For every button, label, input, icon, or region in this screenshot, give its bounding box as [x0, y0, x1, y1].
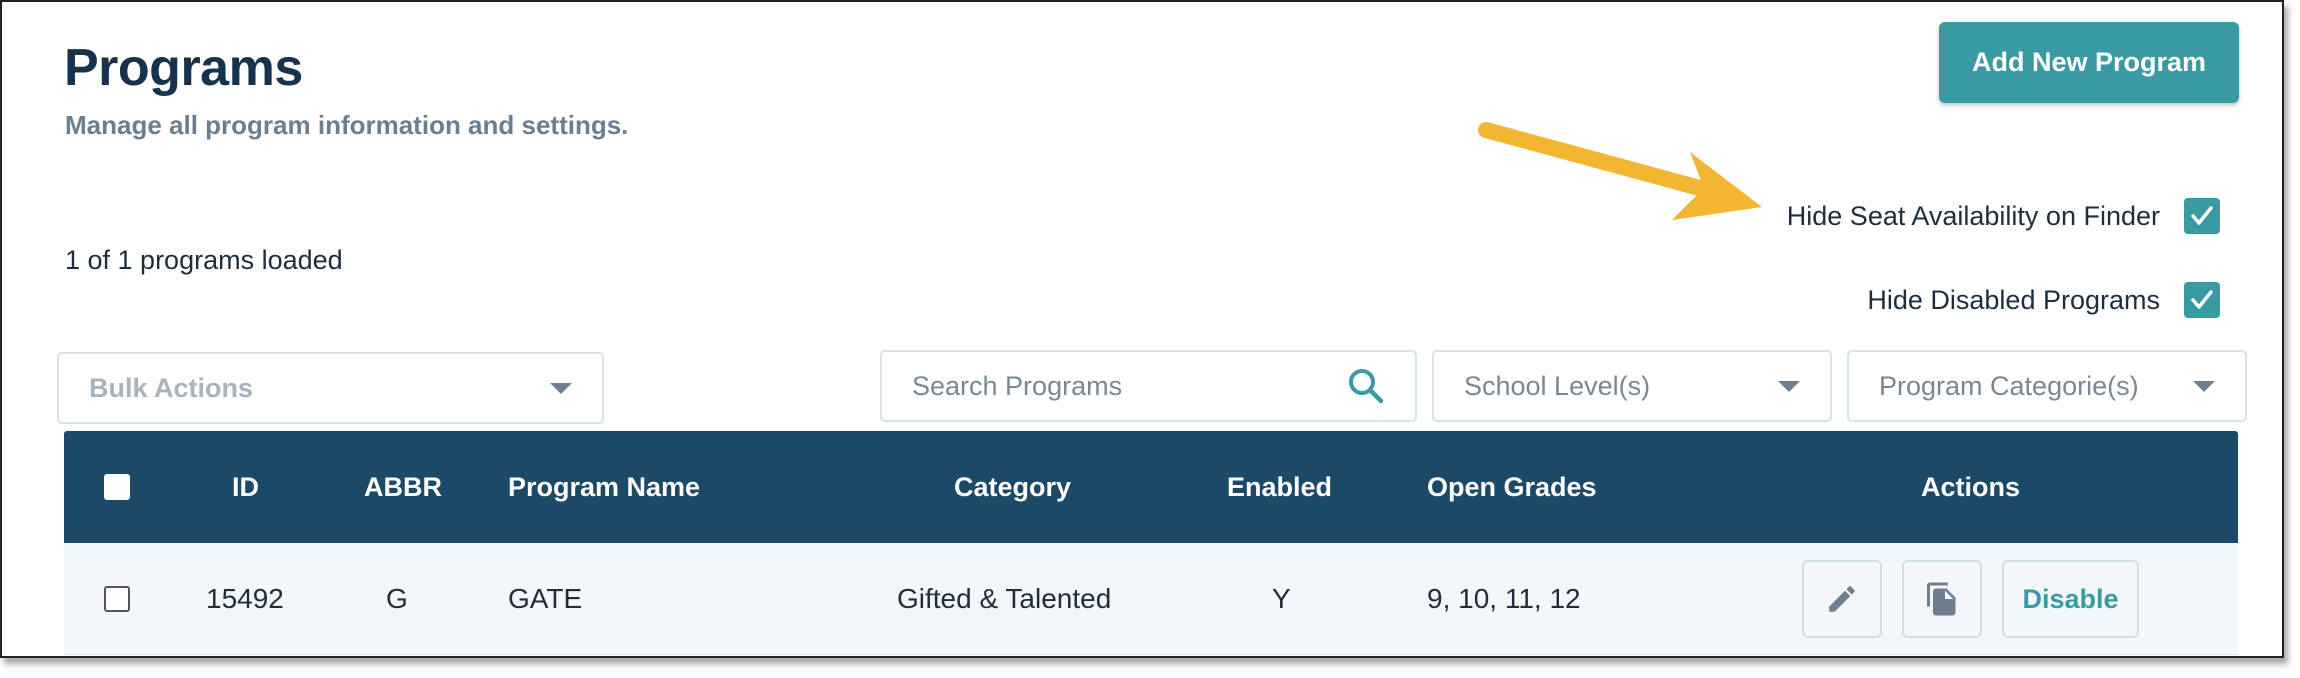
- copy-button[interactable]: [1902, 560, 1982, 638]
- bulk-actions-label: Bulk Actions: [89, 372, 254, 403]
- hide-seat-availability-label: Hide Seat Availability on Finder: [1786, 200, 2160, 231]
- row-abbr: G: [386, 582, 408, 614]
- row-id: 15492: [206, 582, 284, 614]
- school-level-label: School Level(s): [1464, 370, 1651, 401]
- hide-seat-availability-checkbox[interactable]: [2184, 198, 2220, 234]
- app-frame: Programs Manage all program information …: [0, 0, 2284, 658]
- edit-button[interactable]: [1802, 560, 1882, 638]
- annotation-arrow: [1478, 122, 1762, 220]
- search-programs-placeholder: Search Programs: [912, 370, 1123, 401]
- checkmark-icon: [2191, 290, 2213, 309]
- program-category-select[interactable]: Program Categorie(s): [1847, 350, 2247, 422]
- hide-disabled-programs-label: Hide Disabled Programs: [1867, 284, 2160, 315]
- page-subtitle: Manage all program information and setti…: [65, 110, 629, 140]
- column-header-category[interactable]: Category: [954, 472, 1071, 503]
- programs-loaded-status: 1 of 1 programs loaded: [65, 245, 343, 275]
- row-enabled: Y: [1272, 582, 1291, 614]
- column-header-id[interactable]: ID: [232, 472, 259, 503]
- hide-disabled-programs-checkbox[interactable]: [2184, 282, 2220, 318]
- table-row: 15492 G GATE Gifted & Talented Y 9, 10, …: [64, 543, 2238, 655]
- select-all-checkbox[interactable]: [104, 474, 130, 500]
- programs-table: ID ABBR Program Name Category Enabled Op…: [64, 431, 2238, 655]
- row-category: Gifted & Talented: [897, 582, 1112, 614]
- row-select-checkbox[interactable]: [104, 585, 130, 612]
- pencil-icon: [1829, 586, 1855, 612]
- chevron-down-icon: [550, 382, 572, 394]
- column-header-enabled[interactable]: Enabled: [1227, 472, 1332, 503]
- disable-button[interactable]: Disable: [2002, 560, 2139, 638]
- checkmark-icon: [2191, 206, 2213, 225]
- chevron-down-icon: [2193, 380, 2215, 392]
- school-level-select[interactable]: School Level(s): [1432, 350, 1832, 422]
- column-header-abbr[interactable]: ABBR: [364, 472, 442, 503]
- search-programs-input[interactable]: Search Programs: [880, 350, 1417, 422]
- column-header-program-name[interactable]: Program Name: [508, 472, 700, 503]
- column-header-actions: Actions: [1921, 471, 2021, 502]
- add-new-program-button[interactable]: Add New Program: [1939, 22, 2239, 103]
- hide-disabled-programs-toggle[interactable]: Hide Disabled Programs: [1867, 282, 2220, 318]
- bulk-actions-select[interactable]: Bulk Actions: [57, 352, 604, 424]
- page-title: Programs: [64, 39, 303, 97]
- copy-icon: [1927, 582, 1956, 616]
- search-icon[interactable]: [1347, 367, 1385, 405]
- program-category-label: Program Categorie(s): [1879, 370, 2139, 401]
- row-open-grades: 9, 10, 11, 12: [1427, 582, 1581, 614]
- column-header-open-grades[interactable]: Open Grades: [1427, 472, 1597, 503]
- hide-seat-availability-toggle[interactable]: Hide Seat Availability on Finder: [1787, 198, 2220, 234]
- table-header: ID ABBR Program Name Category Enabled Op…: [64, 431, 2238, 543]
- row-program-name: GATE: [508, 582, 583, 614]
- chevron-down-icon: [1778, 380, 1800, 392]
